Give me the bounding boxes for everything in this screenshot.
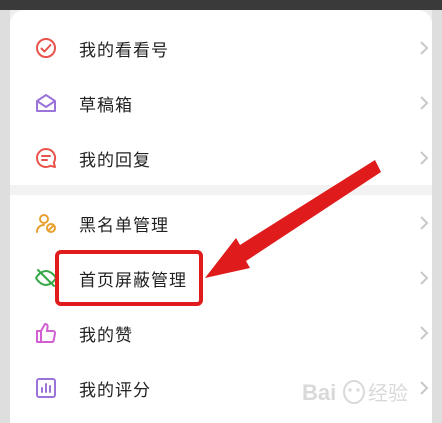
check-circle-icon [34,36,58,60]
menu-item-label: 我的评分 [79,380,151,401]
envelope-open-icon [34,91,58,115]
menu-item-label: 我的回复 [79,150,151,171]
chevron-right-icon [418,269,430,287]
menu-item-label: 黑名单管理 [79,215,169,236]
chevron-right-icon [418,214,430,232]
left-shade [0,10,10,423]
menu-item-my-likes[interactable]: 我的赞 [10,308,432,358]
chat-bubble-icon [34,146,58,170]
chevron-right-icon [418,94,430,112]
highlight-box [55,250,203,306]
menu-item-my-kankan[interactable]: 我的看看号 [10,23,432,73]
chevron-right-icon [418,39,430,57]
svg-text:经验: 经验 [368,381,408,405]
chevron-right-icon [418,324,430,342]
right-shade [432,10,442,423]
menu-item-my-replies[interactable]: 我的回复 [10,133,432,183]
thumbs-up-icon [34,321,58,345]
section-divider [10,185,432,195]
menu-item-label: 草稿箱 [79,95,133,116]
bar-chart-icon [34,376,58,400]
top-strip [0,0,442,10]
menu-item-blacklist[interactable]: 黑名单管理 [10,198,432,248]
menu-item-drafts[interactable]: 草稿箱 [10,78,432,128]
user-block-icon [34,211,58,235]
svg-text:Bai: Bai [302,380,336,405]
menu-item-label: 我的赞 [79,325,133,346]
baidu-jingyan-watermark: Bai 经验 [300,368,430,418]
menu-panel: 我的看看号 草稿箱 我的回复 黑名单管理 首页屏蔽管理 我的赞 我的评分 [10,10,432,423]
chevron-right-icon [418,149,430,167]
menu-item-label: 我的看看号 [79,40,169,61]
